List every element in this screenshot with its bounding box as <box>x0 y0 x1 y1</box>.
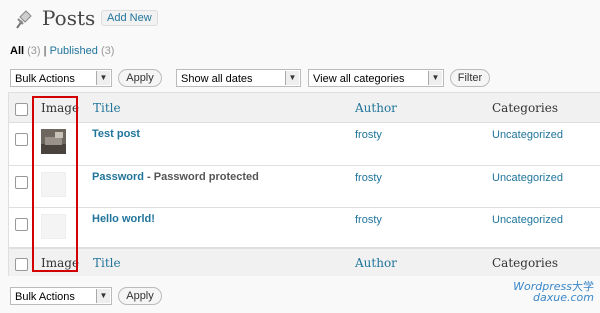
column-footer-categories: Categories <box>492 256 558 270</box>
watermark: Wordpress大学 daxue.com <box>513 281 594 303</box>
filter-button[interactable]: Filter <box>450 69 490 87</box>
author-link[interactable]: frosty <box>355 129 382 141</box>
category-link[interactable]: Uncategorized <box>492 172 563 184</box>
image-column-highlight <box>32 96 78 272</box>
post-status-filter: All (3) | Published (3) <box>10 45 114 57</box>
category-link[interactable]: Uncategorized <box>492 129 563 141</box>
category-filter-value: View all categories <box>313 73 405 85</box>
post-state: - Password protected <box>143 171 259 183</box>
chevron-down-icon: ▼ <box>96 289 110 303</box>
date-filter-select[interactable]: Show all dates ▼ <box>176 69 301 87</box>
row-checkbox[interactable] <box>15 218 28 231</box>
column-header-title[interactable]: Title <box>93 101 121 115</box>
view-separator: | <box>43 45 47 57</box>
add-new-button[interactable]: Add New <box>101 10 158 26</box>
bulk-actions-select[interactable]: Bulk Actions ▼ <box>10 69 112 87</box>
category-link[interactable]: Uncategorized <box>492 214 563 226</box>
posts-pin-icon <box>16 10 32 29</box>
column-header-author[interactable]: Author <box>355 101 397 115</box>
date-filter-value: Show all dates <box>181 73 253 85</box>
page-title: Posts <box>42 6 96 30</box>
view-published-count: (3) <box>100 45 115 57</box>
apply-button[interactable]: Apply <box>118 69 162 87</box>
watermark-domain: daxue.com <box>533 291 594 304</box>
posts-table: Image Title Author Categories Test post … <box>8 92 600 276</box>
view-published-link[interactable]: Published <box>50 45 98 57</box>
row-checkbox[interactable] <box>15 176 28 189</box>
chevron-down-icon: ▼ <box>285 71 299 85</box>
column-footer-author[interactable]: Author <box>355 256 397 270</box>
table-row: Hello world! frosty Uncategorized <box>9 208 600 248</box>
author-link[interactable]: frosty <box>355 214 382 226</box>
chevron-down-icon: ▼ <box>428 71 442 85</box>
view-all-link[interactable]: All <box>10 45 24 57</box>
row-checkbox[interactable] <box>15 133 28 146</box>
table-row: Password - Password protected frosty Unc… <box>9 166 600 208</box>
chevron-down-icon: ▼ <box>96 71 110 85</box>
bulk-actions-value: Bulk Actions <box>15 73 75 85</box>
post-title-link[interactable]: Test post <box>92 128 140 140</box>
bulk-actions-value: Bulk Actions <box>15 291 75 303</box>
select-all-checkbox[interactable] <box>15 258 28 271</box>
view-all-count: (3) <box>27 45 41 57</box>
table-footer-row: Image Title Author Categories <box>9 248 600 276</box>
category-filter-select[interactable]: View all categories ▼ <box>308 69 444 87</box>
table-header-row: Image Title Author Categories <box>9 93 600 123</box>
apply-button-bottom[interactable]: Apply <box>118 287 162 305</box>
select-all-checkbox[interactable] <box>15 103 28 116</box>
table-row: Test post frosty Uncategorized <box>9 123 600 166</box>
post-title-cell: Password - Password protected <box>92 171 259 183</box>
column-footer-title[interactable]: Title <box>93 256 121 270</box>
bulk-actions-select-bottom[interactable]: Bulk Actions ▼ <box>10 287 112 305</box>
post-title-link[interactable]: Hello world! <box>92 213 155 225</box>
column-header-categories: Categories <box>492 101 558 115</box>
post-title-link[interactable]: Password <box>92 171 144 183</box>
author-link[interactable]: frosty <box>355 172 382 184</box>
